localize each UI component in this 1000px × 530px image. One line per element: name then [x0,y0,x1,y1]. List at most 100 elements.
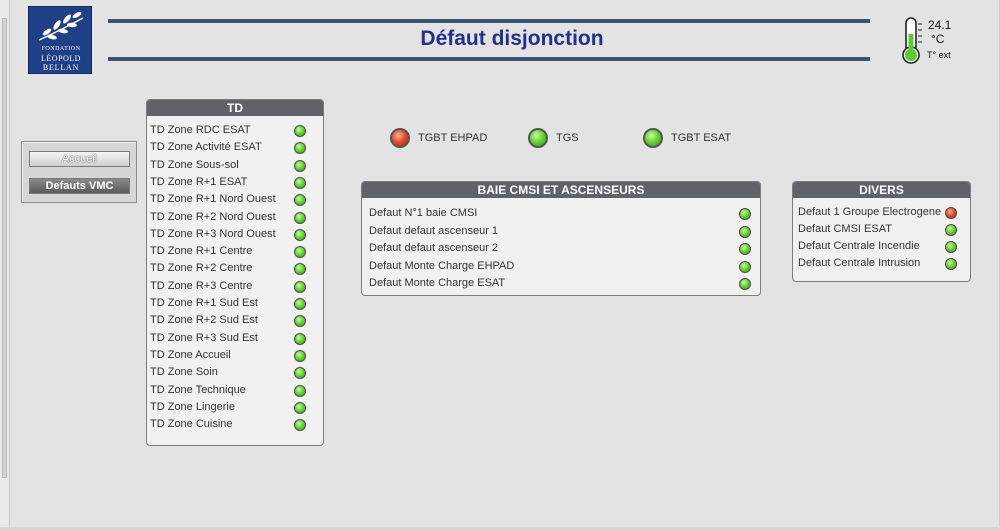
list-item-label: TD Zone R+1 Sud Est [150,297,258,309]
logo-line-1: FONDATION [41,46,81,52]
tgs-status-led [528,128,548,148]
list-item-label: Defaut CMSI ESAT [798,223,892,235]
list-item: TD Zone R+3 Sud Est [147,331,323,348]
logo-line-3: BELLAN [42,63,80,72]
list-item-label: Defaut Centrale Incendie [798,240,920,252]
status-led [294,246,306,259]
left-scrollbar[interactable] [0,0,10,530]
status-led [294,159,306,172]
fondation-logo: FONDATION LÉOPOLD BELLAN [28,6,92,74]
status-led [294,315,306,328]
list-item: TD Zone R+1 Nord Ouest [147,192,323,209]
status-led [294,142,306,155]
list-item: Defaut defaut ascenseur 2 [362,241,760,258]
status-led [945,258,957,270]
list-item-label: Defaut defaut ascenseur 2 [369,242,499,254]
list-item: TD Zone Accueil [147,348,323,365]
list-item-label: TD Zone R+3 Sud Est [150,331,258,344]
title-rule-bottom [108,57,870,61]
list-item: TD Zone R+1 Sud Est [147,296,323,313]
status-led [294,194,306,207]
list-item: Defaut defaut ascenseur 1 [362,224,760,241]
status-led [294,332,306,345]
status-led [294,298,306,310]
outside-temperature-label: T° ext [927,50,951,60]
list-item-label: TD Zone Accueil [150,348,231,361]
list-item: Defaut Centrale Incendie [793,239,970,256]
baie-cmsi-panel-title: BAIE CMSI ET ASCENSEURS [362,182,760,198]
status-led [945,241,957,253]
list-item-label: TD Zone R+3 Nord Ouest [150,227,276,240]
tgbt-esat-label: TGBT ESAT [671,132,732,144]
list-item: Defaut N°1 baie CMSI [362,206,760,223]
list-item: TD Zone Technique [147,383,323,400]
status-led [294,280,306,293]
tgbt-esat-status-led [643,128,663,148]
list-item-label: Defaut Monte Charge EHPAD [369,259,515,272]
status-led [739,225,751,238]
list-item: TD Zone R+1 ESAT [147,175,323,192]
accueil-button[interactable]: Accueil [29,151,130,167]
td-panel: TD TD Zone RDC ESAT TD Zone Activité ESAT… [146,99,324,446]
divers-panel-title: DIVERS [793,182,970,198]
list-item-label: TD Zone R+1 ESAT [150,175,248,188]
navigation-panel: Accueil Defauts VMC [21,141,137,203]
list-item: TD Zone R+2 Nord Ouest [147,210,323,227]
status-led [294,263,306,276]
logo-line-2: LÉOPOLD [41,54,81,63]
status-led [294,228,306,241]
list-item: TD Zone Lingerie [147,400,323,417]
baie-cmsi-panel: BAIE CMSI ET ASCENSEURS Defaut N°1 baie … [361,181,761,296]
list-item-label: TD Zone Activité ESAT [150,141,262,154]
list-item: TD Zone R+1 Centre [147,244,323,261]
status-led [739,243,751,255]
thermometer-icon [902,17,922,64]
list-item-label: TD Zone Lingerie [150,400,235,413]
tgbt-ehpad-label: TGBT EHPAD [418,132,488,144]
outside-temperature-unit: °C [931,32,945,46]
list-item-label: Defaut defaut ascenseur 1 [369,224,499,237]
status-led [739,278,751,290]
divers-panel: DIVERS Defaut 1 Groupe Electrogene Defaut… [792,181,971,282]
list-item-label: TD Zone R+1 Centre [150,245,253,258]
list-item-label: Defaut N°1 baie CMSI [369,207,478,219]
list-item-label: TD Zone Sous-sol [150,158,239,171]
list-item-label: TD Zone R+1 Nord Ouest [150,193,276,206]
list-item-label: TD Zone R+2 Sud Est [150,314,258,327]
list-item: Defaut 1 Groupe Electrogene [793,205,970,222]
defauts-vmc-button[interactable]: Defauts VMC [29,178,130,194]
list-item: TD Zone R+2 Centre [147,261,323,278]
status-led [294,349,306,362]
list-item-label: TD Zone R+2 Centre [150,262,253,275]
list-item-label: Defaut Monte Charge ESAT [369,277,506,289]
list-item: TD Zone R+3 Nord Ouest [147,227,323,244]
list-item-label: TD Zone R+3 Centre [150,279,253,292]
tgs-label: TGS [556,132,579,144]
list-item-label: TD Zone R+2 Nord Ouest [150,210,276,223]
td-panel-title: TD [147,100,323,116]
status-led [294,419,306,432]
list-item-label: Defaut Centrale Intrusion [798,257,921,269]
status-led [945,207,957,219]
list-item: Defaut Centrale Intrusion [793,256,970,273]
list-item-label: TD Zone RDC ESAT [150,124,251,136]
status-led [294,384,306,397]
list-item: TD Zone R+3 Centre [147,279,323,296]
status-led [945,224,957,236]
status-led [739,208,751,220]
list-item: TD Zone Sous-sol [147,158,323,175]
outside-temperature-value: 24.1 [928,18,952,32]
list-item-label: TD Zone Technique [150,383,246,396]
list-item: TD Zone Cuisine [147,417,323,434]
list-item: Defaut Monte Charge EHPAD [362,259,760,276]
list-item: TD Zone RDC ESAT [147,123,323,140]
status-led [294,125,306,137]
olive-branch-icon [38,11,84,41]
list-item: TD Zone Activité ESAT [147,140,323,157]
tgbt-ehpad-status-led [390,128,410,148]
scrollbar-thumb[interactable] [2,18,7,478]
status-led [739,260,751,273]
status-led [294,176,306,189]
list-item: Defaut CMSI ESAT [793,222,970,239]
list-item-label: TD Zone Cuisine [150,418,233,431]
